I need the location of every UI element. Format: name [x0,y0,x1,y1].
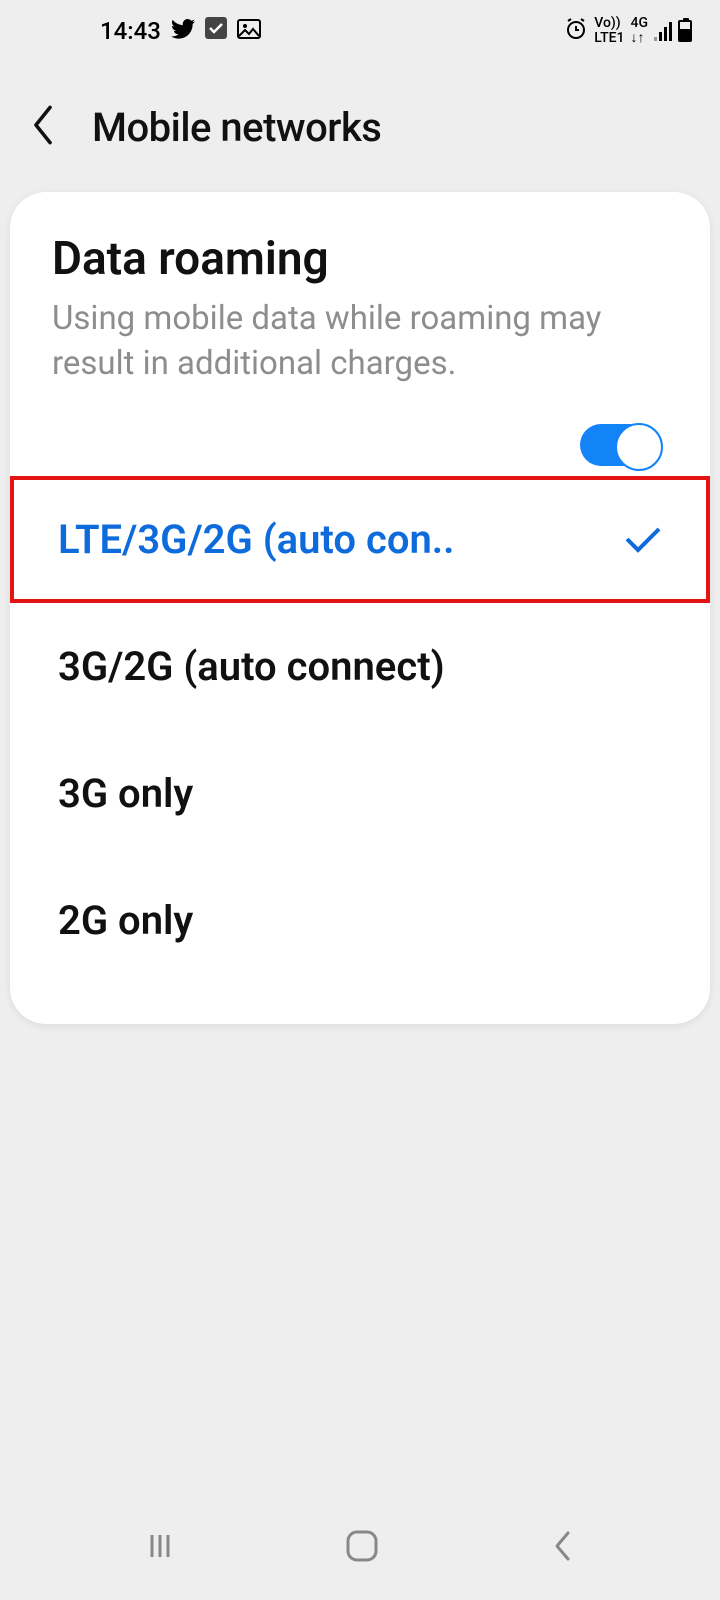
status-left-group: 14:43 [100,17,261,45]
network-mode-label: 3G/2G (auto connect) [58,643,445,690]
recents-button[interactable] [145,1531,175,1565]
data-roaming-toggle-row [10,398,710,476]
volte-label: Vo)) LTE1 [594,16,624,46]
status-right-group: Vo)) LTE1 4G ↓↑ [564,16,692,46]
network-mode-label: LTE/3G/2G (auto con.. [58,516,455,563]
nav-back-button[interactable] [549,1529,575,1567]
network-mode-option-3g[interactable]: 3G only [10,730,710,857]
network-mode-option-2g[interactable]: 2G only [10,857,710,984]
data-roaming-title: Data roaming [52,232,668,286]
chevron-left-icon [30,105,56,145]
home-icon [345,1529,379,1563]
alarm-icon [564,16,588,46]
data-roaming-toggle[interactable] [580,424,662,466]
back-button[interactable] [30,105,56,149]
status-bar: 14:43 Vo)) LTE1 4G ↓↑ [0,0,720,62]
settings-card: Data roaming Using mobile data while roa… [10,192,710,1024]
data-roaming-description: Using mobile data while roaming may resu… [52,296,668,386]
network-mode-label: 2G only [58,897,193,944]
data-roaming-section[interactable]: Data roaming Using mobile data while roa… [10,232,710,398]
home-button[interactable] [345,1529,379,1567]
battery-icon [678,20,692,42]
network-mode-option-lte[interactable]: LTE/3G/2G (auto con.. [10,476,710,603]
twitter-icon [171,17,195,45]
checkmark-icon [624,516,662,563]
page-title: Mobile networks [92,104,381,151]
navigation-bar [0,1495,720,1600]
network-gen-label: 4G ↓↑ [631,16,649,46]
network-mode-label: 3G only [58,770,193,817]
page-header: Mobile networks [0,62,720,192]
chevron-left-icon [549,1529,575,1563]
checkbox-icon [205,17,227,45]
recents-icon [145,1531,175,1561]
signal-icon [654,21,672,41]
network-mode-option-3g2g[interactable]: 3G/2G (auto connect) [10,603,710,730]
image-icon [237,17,261,45]
status-time: 14:43 [100,17,161,45]
